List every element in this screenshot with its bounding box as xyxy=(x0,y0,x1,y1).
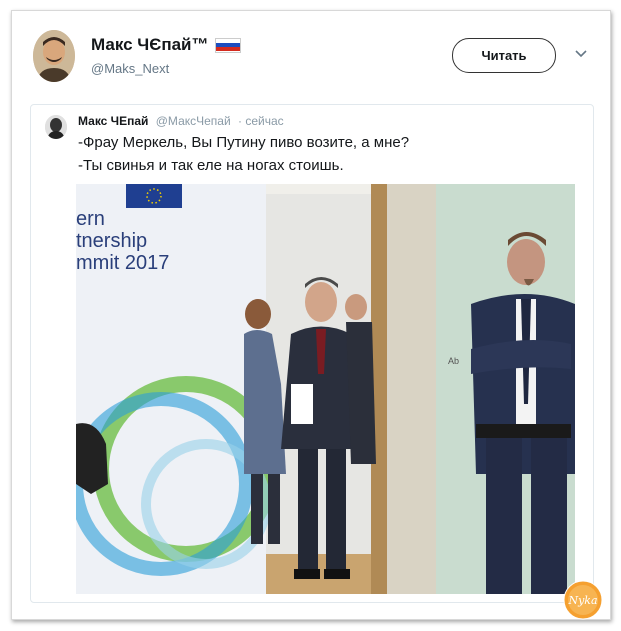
tweet-card: Макс ЧЄпай™ @Maks_Next Читать Макс ЧЕпай… xyxy=(11,10,611,620)
quoted-author-avatar xyxy=(45,115,67,139)
banner-text-line-3: mmit 2017 xyxy=(76,252,169,274)
quoted-timestamp: · сейчас xyxy=(238,114,284,128)
author-name-row: Макс ЧЄпай™ xyxy=(91,35,241,55)
author-handle[interactable]: @Maks_Next xyxy=(91,61,169,76)
quoted-header: Макс ЧЕпай @МаксЧепай · сейчас xyxy=(78,114,284,128)
avatar-portrait-icon xyxy=(45,115,67,139)
banner-text-line-2: tnership xyxy=(76,230,147,252)
banner-text-line-1: ern xyxy=(76,208,105,230)
chevron-down-icon[interactable] xyxy=(574,47,588,61)
quoted-tweet[interactable]: Макс ЧЕпай @МаксЧепай · сейчас -Фрау Мер… xyxy=(30,104,594,603)
author-name[interactable]: Макс ЧЄпай™ xyxy=(91,35,209,55)
avatar-portrait-icon xyxy=(33,30,75,82)
russia-flag-icon xyxy=(214,37,241,53)
quoted-author-name: Макс ЧЕпай xyxy=(78,114,149,128)
photo-illustration: ern tnership mmit 2017 Ab xyxy=(76,184,575,594)
author-avatar[interactable] xyxy=(33,30,75,82)
quoted-text-line-1: -Фрау Меркель, Вы Путину пиво возите, а … xyxy=(78,134,410,151)
wall-sign-text: Ab xyxy=(448,356,459,366)
watermark-text: Nyka xyxy=(567,594,597,607)
quoted-author-handle: @МаксЧепай xyxy=(155,114,231,128)
follow-button[interactable]: Читать xyxy=(452,38,556,73)
quoted-photo[interactable]: ern tnership mmit 2017 Ab xyxy=(76,184,575,594)
watermark-logo: Nyka xyxy=(563,580,603,620)
quoted-text-line-2: -Ты свинья и так еле на ногах стоишь. xyxy=(78,157,344,174)
